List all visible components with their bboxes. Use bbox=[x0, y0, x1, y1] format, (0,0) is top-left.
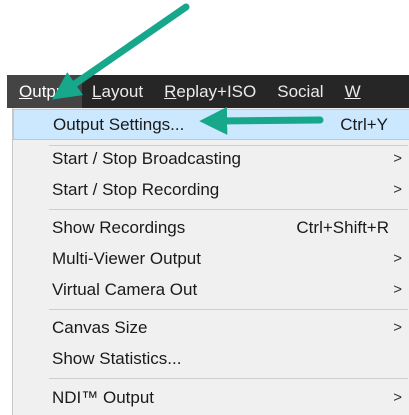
menu-social-label: Social bbox=[277, 81, 324, 101]
canvas-size-label: Canvas Size bbox=[52, 317, 148, 337]
chevron-right-icon: > bbox=[393, 250, 402, 267]
menu-item-show-recordings[interactable]: Show Recordings Ctrl+Shift+R bbox=[13, 212, 409, 243]
menu-separator bbox=[49, 309, 408, 310]
menu-separator bbox=[49, 378, 408, 379]
chevron-right-icon: > bbox=[393, 150, 402, 167]
ndi-output-label: NDI™ Output bbox=[52, 387, 155, 407]
menu-bar: Output Layout Replay+ISO Social W bbox=[7, 75, 409, 108]
menu-item-ndi-output[interactable]: NDI™ Output > bbox=[13, 382, 409, 413]
menu-item-virtual-camera-out[interactable]: Virtual Camera Out > bbox=[13, 274, 409, 305]
output-settings-shortcut: Ctrl+Y bbox=[340, 114, 388, 134]
menu-output-label: utput bbox=[32, 81, 71, 101]
menu-item-multi-viewer-output[interactable]: Multi-Viewer Output > bbox=[13, 243, 409, 274]
menu-item-start-stop-broadcasting[interactable]: Start / Stop Broadcasting > bbox=[13, 143, 409, 174]
virtual-camera-out-label: Virtual Camera Out bbox=[52, 279, 198, 299]
chevron-right-icon: > bbox=[393, 389, 402, 406]
chevron-right-icon: > bbox=[393, 181, 402, 198]
menu-item-show-statistics[interactable]: Show Statistics... bbox=[13, 343, 409, 374]
show-recordings-shortcut: Ctrl+Shift+R bbox=[296, 217, 389, 237]
show-recordings-label: Show Recordings bbox=[52, 217, 186, 237]
menu-layout-label: ayout bbox=[101, 81, 144, 101]
menu-replay-iso-label: eplay+ISO bbox=[176, 81, 257, 101]
menu-item-canvas-size[interactable]: Canvas Size > bbox=[13, 312, 409, 343]
menu-window[interactable]: W bbox=[335, 75, 372, 108]
multi-viewer-output-label: Multi-Viewer Output bbox=[52, 248, 201, 268]
output-settings-label: Output Settings... bbox=[53, 114, 185, 134]
menu-replay-iso-accel: R bbox=[164, 81, 177, 101]
menu-window-accel: W bbox=[344, 81, 361, 101]
menu-replay-iso[interactable]: Replay+ISO bbox=[154, 75, 267, 108]
menu-item-output-settings[interactable]: Output Settings... Ctrl+Y bbox=[13, 109, 409, 140]
menu-item-start-stop-recording[interactable]: Start / Stop Recording > bbox=[13, 174, 409, 205]
start-stop-recording-label: Start / Stop Recording bbox=[52, 179, 220, 199]
menu-layout[interactable]: Layout bbox=[82, 75, 154, 108]
menu-social[interactable]: Social bbox=[267, 75, 334, 108]
menu-separator bbox=[49, 209, 408, 210]
output-dropdown-menu: Output Settings... Ctrl+Y Start / Stop B… bbox=[12, 108, 409, 415]
menu-layout-accel: L bbox=[92, 81, 102, 101]
show-statistics-label: Show Statistics... bbox=[52, 348, 182, 368]
chevron-right-icon: > bbox=[393, 319, 402, 336]
start-stop-broadcasting-label: Start / Stop Broadcasting bbox=[52, 148, 241, 168]
menu-output[interactable]: Output bbox=[7, 75, 83, 108]
menu-output-accel: O bbox=[19, 81, 33, 101]
chevron-right-icon: > bbox=[393, 281, 402, 298]
